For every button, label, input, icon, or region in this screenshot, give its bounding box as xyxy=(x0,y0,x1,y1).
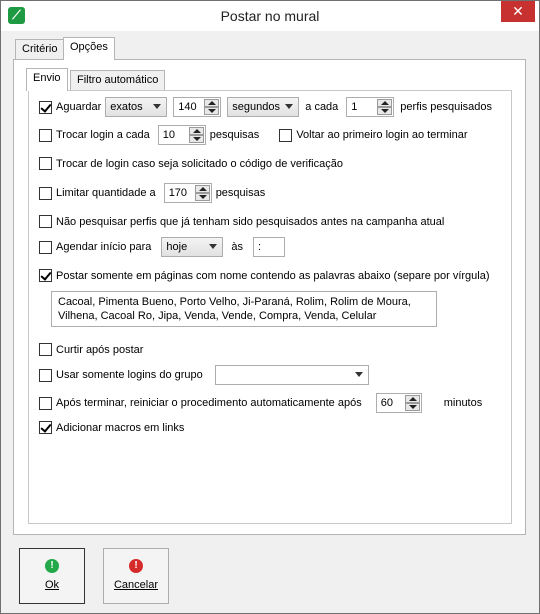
limitar-label: Limitar quantidade a xyxy=(56,187,156,199)
spin-down-icon[interactable] xyxy=(204,107,220,115)
subtab-filtro-automatico[interactable]: Filtro automático xyxy=(70,70,166,91)
limitar-suffix: pesquisas xyxy=(215,187,266,199)
ok-label: Ok xyxy=(44,579,60,591)
spin-up-icon[interactable] xyxy=(404,395,420,403)
chevron-down-icon xyxy=(354,372,363,377)
tab-criterio[interactable]: Critério xyxy=(15,39,65,60)
dialog-window: ⟋ Postar no mural ✕ Critério Opções Envi… xyxy=(0,0,540,614)
agendar-time-input[interactable]: : xyxy=(253,237,286,257)
options-panel: Envio Filtro automático Aguardar exatos … xyxy=(13,59,526,535)
spin-down-icon[interactable] xyxy=(188,135,204,143)
a-cada-label: a cada xyxy=(305,101,339,113)
reiniciar-row: Após terminar, reiniciar o procedimento … xyxy=(39,393,482,413)
voltar-login-label: Voltar ao primeiro login ao terminar xyxy=(296,129,468,141)
postar-somente-checkbox[interactable] xyxy=(39,269,52,282)
spin-up-icon[interactable] xyxy=(204,99,220,107)
ok-icon: ! xyxy=(45,559,59,573)
postar-somente-label: Postar somente em páginas com nome conte… xyxy=(56,269,490,282)
trocar-codigo-checkbox[interactable] xyxy=(39,157,52,170)
chevron-down-icon xyxy=(153,104,162,109)
cancel-icon: ! xyxy=(129,559,143,573)
nao-pesquisar-checkbox[interactable] xyxy=(39,215,52,228)
usar-grupo-select[interactable] xyxy=(214,365,369,385)
aguardar-checkbox[interactable] xyxy=(39,100,52,114)
trocar-login-value: 10 xyxy=(162,129,176,141)
nao-pesquisar-row: Não pesquisar perfis que já tenham sido … xyxy=(39,215,444,228)
limitar-value: 170 xyxy=(168,187,188,199)
agendar-label: Agendar início para xyxy=(56,241,152,253)
voltar-login-checkbox[interactable] xyxy=(279,128,293,142)
spin-up-icon[interactable] xyxy=(188,127,204,135)
window-title: Postar no mural xyxy=(220,8,320,24)
agendar-day-value: hoje xyxy=(166,241,188,253)
subtab-envio[interactable]: Envio xyxy=(26,68,68,91)
aguardar-amount-stepper[interactable]: 140 xyxy=(173,97,222,117)
a-cada-stepper[interactable]: 1 xyxy=(346,97,395,117)
agendar-row: Agendar início para hoje às : xyxy=(39,237,286,257)
reiniciar-label: Após terminar, reiniciar o procedimento … xyxy=(56,397,362,409)
spin-down-icon[interactable] xyxy=(194,193,210,201)
aguardar-amount-value: 140 xyxy=(178,101,197,113)
aguardar-label: Aguardar xyxy=(56,101,102,113)
title-bar[interactable]: ⟋ Postar no mural ✕ xyxy=(1,1,539,31)
cancel-label: Cancelar xyxy=(113,579,159,591)
postar-somente-row: Postar somente em páginas com nome conte… xyxy=(39,269,490,282)
perfis-pesquisados-label: perfis pesquisados xyxy=(400,101,493,113)
nao-pesquisar-label: Não pesquisar perfis que já tenham sido … xyxy=(56,215,445,228)
usar-grupo-row: Usar somente logins do grupo xyxy=(39,365,369,385)
keywords-textarea[interactable]: Cacoal, Pimenta Bueno, Porto Velho, Ji-P… xyxy=(51,291,437,327)
trocar-login-label: Trocar login a cada xyxy=(56,129,150,141)
agendar-checkbox[interactable] xyxy=(39,240,52,254)
curtir-row: Curtir após postar xyxy=(39,343,143,356)
chevron-down-icon xyxy=(285,104,294,109)
pesquisas-label: pesquisas xyxy=(209,129,260,141)
aguardar-mode-value: exatos xyxy=(110,101,143,113)
tab-opcoes[interactable]: Opções xyxy=(63,37,115,60)
trocar-login-checkbox[interactable] xyxy=(39,128,52,142)
usar-grupo-label: Usar somente logins do grupo xyxy=(56,369,203,381)
aguardar-mode-select[interactable]: exatos xyxy=(105,97,168,117)
aguardar-row: Aguardar exatos 140 segundos a cada 1 pe… xyxy=(39,97,492,117)
macros-row: Adicionar macros em links xyxy=(39,421,184,434)
envio-panel: Aguardar exatos 140 segundos a cada 1 pe… xyxy=(28,90,512,524)
spin-down-icon[interactable] xyxy=(404,403,420,411)
spin-down-icon[interactable] xyxy=(377,107,393,115)
macros-checkbox[interactable] xyxy=(39,421,52,434)
spin-up-icon[interactable] xyxy=(194,185,210,193)
reiniciar-checkbox[interactable] xyxy=(39,396,52,410)
curtir-checkbox[interactable] xyxy=(39,343,52,356)
limitar-stepper[interactable]: 170 xyxy=(163,183,212,203)
aguardar-unit-select[interactable]: segundos xyxy=(227,97,300,117)
chevron-down-icon xyxy=(209,244,218,249)
trocar-codigo-label: Trocar de login caso seja solicitado o c… xyxy=(56,157,343,170)
reiniciar-suffix: minutos xyxy=(443,397,483,409)
curtir-label: Curtir após postar xyxy=(56,343,144,356)
agendar-time-value: : xyxy=(258,241,262,253)
dialog-content: Critério Opções Envio Filtro automático … xyxy=(1,31,539,613)
macros-label: Adicionar macros em links xyxy=(56,421,185,434)
close-button[interactable]: ✕ xyxy=(501,1,535,22)
cancel-button[interactable]: ! Cancelar xyxy=(103,548,169,604)
reiniciar-stepper[interactable]: 60 xyxy=(375,393,422,413)
spin-up-icon[interactable] xyxy=(377,99,393,107)
limitar-row: Limitar quantidade a 170 pesquisas xyxy=(39,183,265,203)
ok-button[interactable]: ! Ok xyxy=(19,548,85,604)
agendar-day-select[interactable]: hoje xyxy=(161,237,224,257)
limitar-checkbox[interactable] xyxy=(39,186,52,200)
trocar-codigo-row: Trocar de login caso seja solicitado o c… xyxy=(39,157,343,170)
trocar-login-row: Trocar login a cada 10 pesquisas Voltar … xyxy=(39,125,468,145)
usar-grupo-checkbox[interactable] xyxy=(39,368,52,382)
trocar-login-stepper[interactable]: 10 xyxy=(157,125,206,145)
reiniciar-value: 60 xyxy=(380,397,393,409)
agendar-at-label: às xyxy=(231,241,244,253)
aguardar-unit-value: segundos xyxy=(232,101,280,113)
a-cada-value: 1 xyxy=(351,101,358,113)
